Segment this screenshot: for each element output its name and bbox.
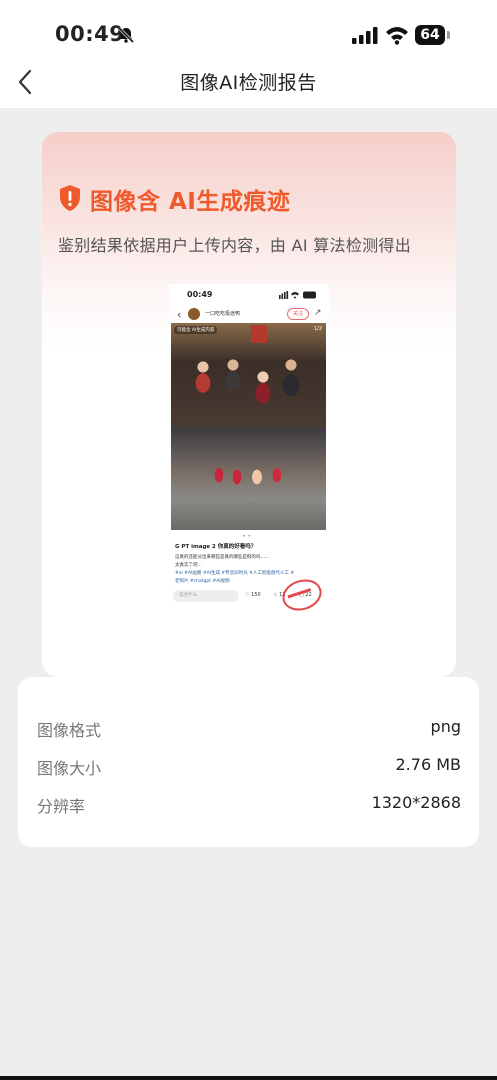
detail-row-resolution: 分辨率 1320*2868 xyxy=(37,793,461,817)
cellular-signal-icon xyxy=(352,27,378,44)
status-time: 00:49 xyxy=(55,22,125,46)
battery-icon: 64 xyxy=(415,25,451,45)
screenshot-share-icon: ↗ xyxy=(314,308,322,318)
screenshot-time: 00:49 xyxy=(187,290,213,299)
mute-bell-icon xyxy=(117,26,135,44)
detail-value: png xyxy=(430,717,461,736)
detail-label: 图像格式 xyxy=(37,721,102,740)
page-title: 图像AI检测报告 xyxy=(180,72,317,94)
screenshot-body-line: 这真的还能分出来哪些是真的哪些是假的吗…… xyxy=(175,555,270,560)
screenshot-back-icon: ‹ xyxy=(177,308,182,321)
header: 00:49 64 图像AI检测报告 xyxy=(0,0,497,108)
home-indicator xyxy=(0,1076,497,1080)
screenshot-ai-tag: 可能含 AI生成内容 xyxy=(174,326,218,334)
screenshot-photo-family: 可能含 AI生成内容 1/2 xyxy=(171,323,326,427)
screenshot-avatar xyxy=(188,308,200,320)
screenshot-headline: G PT image 2 你真的好看吗？ xyxy=(175,544,257,550)
detail-value: 2.76 MB xyxy=(395,755,462,774)
detection-result-card: 图像含 AI生成痕迹 鉴别结果依据用户上传内容，由 AI 算法检测得出 00:4… xyxy=(42,132,456,677)
detail-label: 分辨率 xyxy=(37,797,86,816)
warning-shield-icon xyxy=(60,185,80,211)
screenshot-follow-button: 关注 xyxy=(287,308,309,320)
wifi-icon xyxy=(386,27,408,45)
detail-row-size: 图像大小 2.76 MB xyxy=(37,755,461,779)
screenshot-like-count: ♡ 150 xyxy=(245,592,261,598)
screenshot-tags-line: #ai #AI画图 #AI生成 #怀念旧时光 #人工智能替代人工 # xyxy=(175,571,295,576)
detail-label: 图像大小 xyxy=(37,759,102,778)
screenshot-likes: 150 xyxy=(251,592,261,598)
screenshot-page-indicator: 1/2 xyxy=(313,326,322,332)
screenshot-username: 一口吃吃极途鸭 xyxy=(205,311,241,317)
detail-value: 1320*2868 xyxy=(371,793,461,812)
screenshot-photo-street xyxy=(171,427,326,530)
result-title: 图像含 AI生成痕迹 xyxy=(90,189,291,215)
screenshot-status-icons xyxy=(279,291,316,299)
uploaded-screenshot: 00:49 ‹ 一口吃吃极途鸭 关注 ↗ 可能含 AI生成内容 1/2 • • … xyxy=(169,284,329,624)
screenshot-comment-input: 说点什么… xyxy=(173,590,239,602)
detail-row-format: 图像格式 png xyxy=(37,717,461,741)
screenshot-carousel-dots: • • xyxy=(242,533,251,540)
battery-level: 64 xyxy=(415,25,445,45)
screenshot-body-line: 太真实了吧… xyxy=(175,563,202,568)
ai-stamp-icon xyxy=(278,574,326,616)
result-description: 鉴别结果依据用户上传内容，由 AI 算法检测得出 xyxy=(58,236,412,255)
image-details-card: 图像格式 png 图像大小 2.76 MB 分辨率 1320*2868 xyxy=(18,677,479,847)
screenshot-tags-line: 老照片 #chatgpt #AI视频 xyxy=(175,579,230,584)
